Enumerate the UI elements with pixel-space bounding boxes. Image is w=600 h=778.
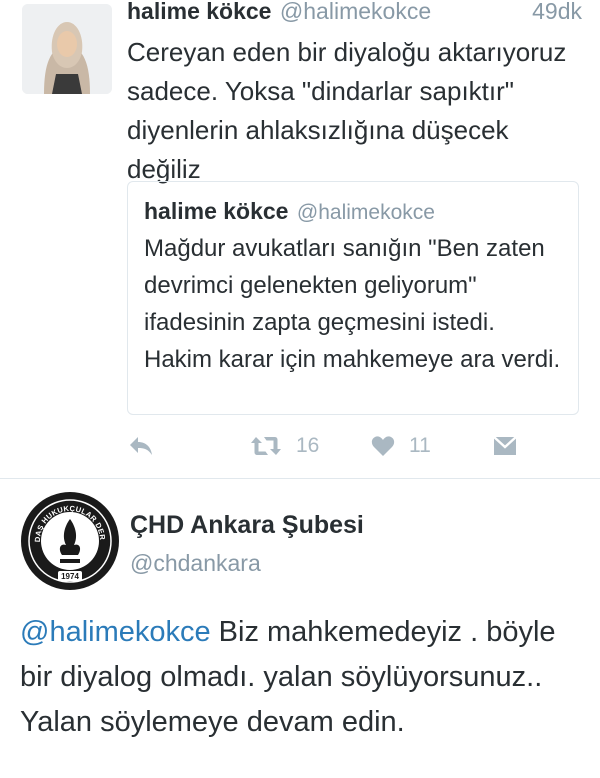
quoted-author-name: halime kökce bbox=[144, 198, 289, 224]
message-button[interactable] bbox=[493, 428, 517, 464]
retweet-button[interactable]: 16 bbox=[250, 428, 319, 464]
reply-button[interactable] bbox=[128, 428, 154, 464]
avatar[interactable] bbox=[22, 4, 112, 94]
organization-logo: ÇAĞDAŞ HUKUKÇULAR DERNEĞİ 1974 bbox=[17, 484, 119, 590]
quoted-tweet[interactable]: halime kökce @halimekokce Mağdur avukatl… bbox=[127, 181, 579, 415]
author-handle[interactable]: @chdankara bbox=[130, 550, 261, 577]
tweet-divider bbox=[0, 478, 600, 479]
retweet-count: 16 bbox=[296, 434, 320, 457]
avatar[interactable]: ÇAĞDAŞ HUKUKÇULAR DERNEĞİ 1974 bbox=[17, 484, 120, 591]
like-count: 11 bbox=[409, 434, 431, 457]
quoted-tweet-text: Mağdur avukatları sanığın "Ben zaten dev… bbox=[144, 235, 561, 373]
heart-icon bbox=[371, 436, 395, 456]
quoted-tweet-header: halime kökce @halimekokce bbox=[144, 198, 435, 225]
tweet[interactable]: halime kökce @halimekokce 49dk Cereyan e… bbox=[0, 0, 600, 478]
author-handle[interactable]: @halimekokce bbox=[280, 0, 431, 24]
tweet-text: Cereyan eden bir diyaloğu aktarıyoruz sa… bbox=[127, 37, 567, 184]
avatar-photo bbox=[22, 4, 112, 94]
mention-link[interactable]: @halimekokce bbox=[20, 616, 211, 648]
tweet-header: halime kökce @halimekokce 49dk bbox=[127, 0, 582, 32]
message-icon bbox=[493, 436, 517, 455]
retweet-icon bbox=[251, 437, 281, 455]
author-name[interactable]: halime kökce bbox=[127, 0, 271, 24]
tweet-actions: 16 11 bbox=[0, 428, 600, 464]
reply-icon bbox=[130, 437, 152, 455]
logo-year: 1974 bbox=[61, 572, 79, 581]
tweet-text: @halimekokce Biz mahkemedeyiz . böyle bi… bbox=[20, 610, 590, 745]
quoted-author-handle: @halimekokce bbox=[296, 201, 435, 224]
author-name[interactable]: ÇHD Ankara Şubesi bbox=[130, 511, 364, 540]
tweet-timestamp[interactable]: 49dk bbox=[532, 0, 582, 25]
like-button[interactable]: 11 bbox=[371, 428, 431, 464]
